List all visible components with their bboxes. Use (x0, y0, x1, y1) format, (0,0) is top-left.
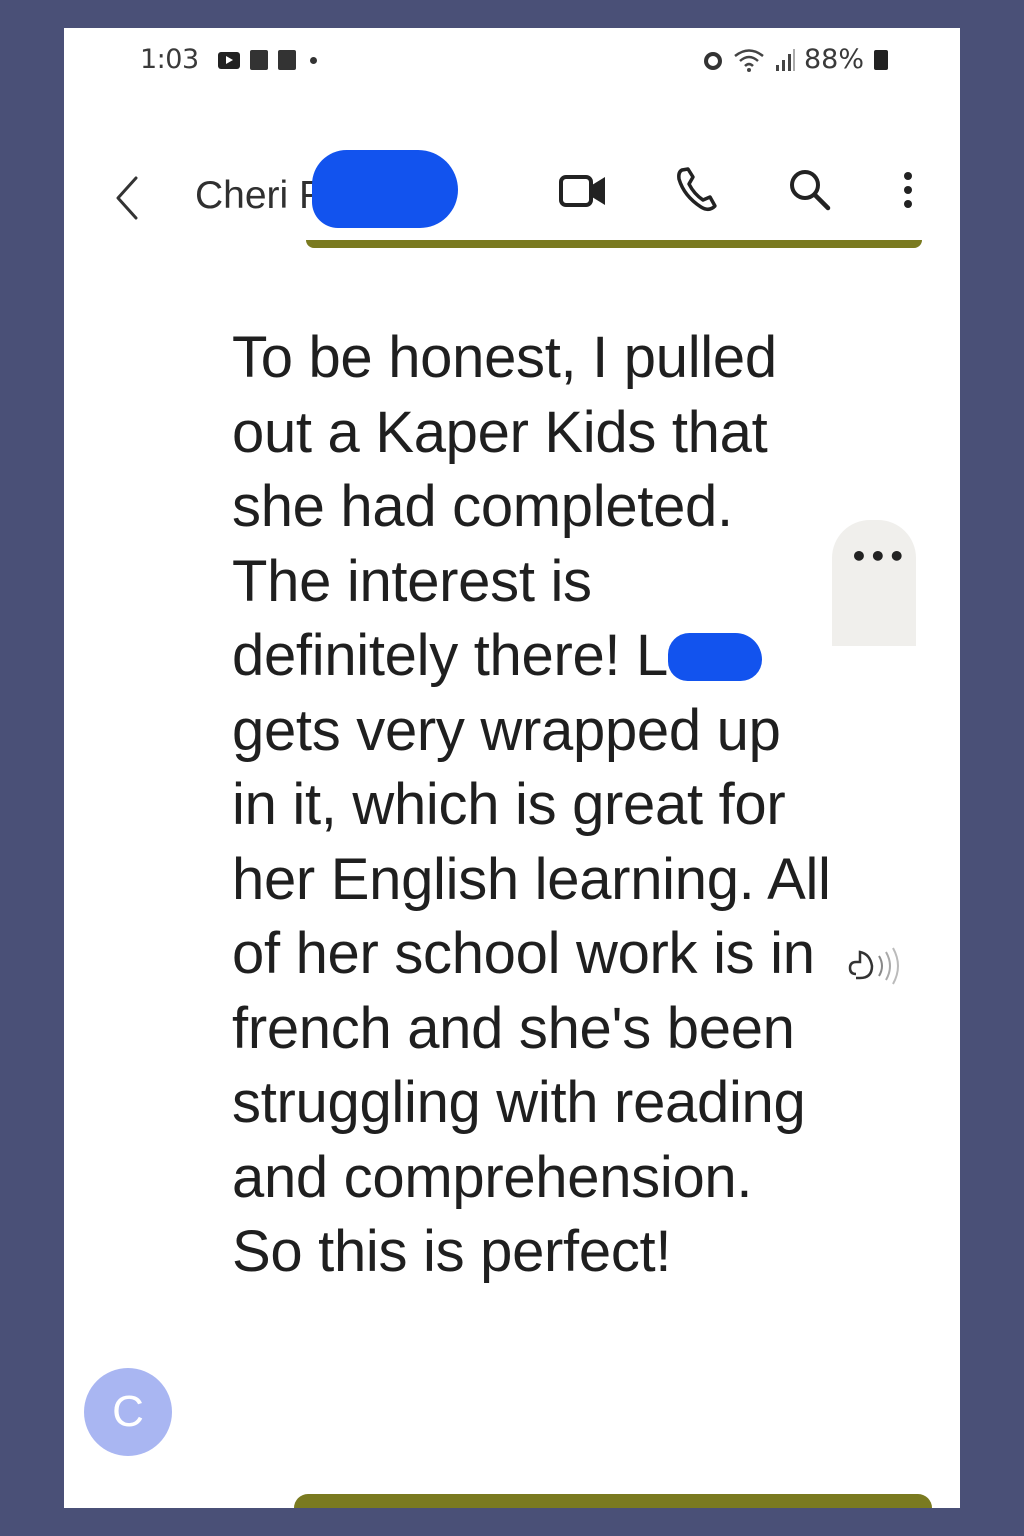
redaction-mark (668, 633, 763, 681)
notification-icon (250, 50, 268, 70)
more-notifications-icon (310, 56, 317, 64)
notification-icon (278, 50, 296, 70)
redaction-mark (312, 150, 458, 228)
back-arrow-icon[interactable] (108, 172, 148, 224)
contact-name[interactable]: Cheri F (195, 174, 323, 218)
video-call-icon[interactable] (554, 160, 614, 220)
ellipsis-icon: ••• (850, 540, 907, 573)
message-more-button[interactable]: ••• (832, 520, 916, 646)
status-system-icons: 88% (702, 44, 888, 75)
status-bar: 1:03 88% (64, 28, 960, 98)
signal-icon (775, 48, 795, 71)
youtube-icon (218, 51, 240, 69)
next-message-bubble-edge (294, 1494, 932, 1508)
battery-icon (874, 49, 888, 70)
alarm-icon (703, 51, 722, 70)
message-text-part: gets very wrapped up in it, which is gre… (232, 697, 831, 1285)
more-options-icon[interactable] (878, 160, 938, 220)
status-notification-icons (218, 50, 317, 70)
status-time: 1:03 (140, 44, 199, 75)
battery-percent: 88% (803, 44, 864, 75)
phone-screen: 1:03 88% Cheri F To be honest, I pulled … (64, 28, 960, 1508)
message-bubble[interactable]: To be honest, I pulled out a Kaper Kids … (232, 321, 832, 1290)
wifi-icon (734, 48, 764, 72)
sender-avatar[interactable]: C (84, 1368, 172, 1456)
previous-message-bubble-edge (306, 240, 922, 248)
phone-call-icon[interactable] (668, 160, 728, 220)
text-to-speech-icon[interactable] (846, 944, 906, 988)
search-icon[interactable] (780, 160, 840, 220)
